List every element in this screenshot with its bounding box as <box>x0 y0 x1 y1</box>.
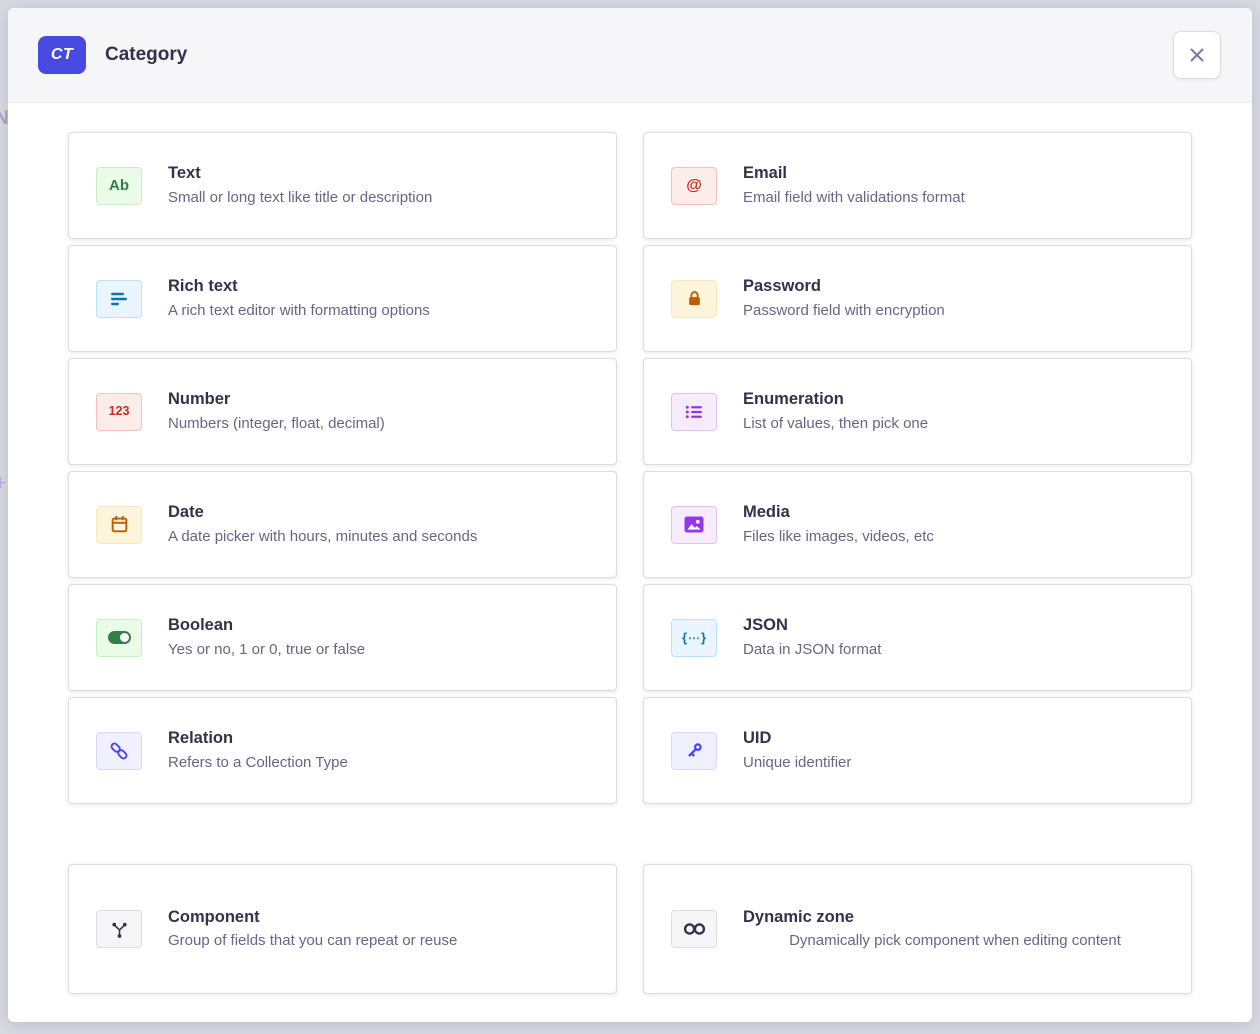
close-icon <box>1187 45 1207 65</box>
field-card-date[interactable]: Date A date picker with hours, minutes a… <box>68 471 617 578</box>
field-title: Component <box>168 907 592 928</box>
email-icon: @ <box>671 167 717 205</box>
field-card-text[interactable]: Ab Text Small or long text like title or… <box>68 132 617 239</box>
field-description: Files like images, videos, etc <box>743 526 1167 547</box>
field-title: Relation <box>168 728 592 749</box>
rich-text-icon <box>96 280 142 318</box>
field-description: A date picker with hours, minutes and se… <box>168 526 592 547</box>
field-description: Numbers (integer, float, decimal) <box>168 413 592 434</box>
field-card-richtext[interactable]: Rich text A rich text editor with format… <box>68 245 617 352</box>
field-card-password[interactable]: Password Password field with encryption <box>643 245 1192 352</box>
dynamic-zone-icon <box>671 910 717 948</box>
field-description: Small or long text like title or descrip… <box>168 187 592 208</box>
default-fields-grid: Ab Text Small or long text like title or… <box>68 132 1192 804</box>
enumeration-icon <box>671 393 717 431</box>
field-card-component[interactable]: Component Group of fields that you can r… <box>68 864 617 994</box>
field-description: Refers to a Collection Type <box>168 752 592 773</box>
uid-icon <box>671 732 717 770</box>
relation-icon <box>96 732 142 770</box>
custom-fields-grid: Component Group of fields that you can r… <box>68 864 1192 994</box>
field-title: Password <box>743 276 1167 297</box>
field-description: Group of fields that you can repeat or r… <box>168 930 592 951</box>
json-icon: {⋯} <box>671 619 717 657</box>
field-title: Rich text <box>168 276 592 297</box>
field-title: Email <box>743 163 1167 184</box>
boolean-icon <box>96 619 142 657</box>
number-icon: 123 <box>96 393 142 431</box>
field-card-uid[interactable]: UID Unique identifier <box>643 697 1192 804</box>
media-icon <box>671 506 717 544</box>
field-title: Date <box>168 502 592 523</box>
field-card-dynamiczone[interactable]: Dynamic zone Dynamically pick component … <box>643 864 1192 994</box>
field-description: Unique identifier <box>743 752 1167 773</box>
field-card-number[interactable]: 123 Number Numbers (integer, float, deci… <box>68 358 617 465</box>
field-type-list: Ab Text Small or long text like title or… <box>8 103 1252 1020</box>
field-title: Dynamic zone <box>743 907 1167 928</box>
field-card-relation[interactable]: Relation Refers to a Collection Type <box>68 697 617 804</box>
field-description: Data in JSON format <box>743 639 1167 660</box>
field-title: UID <box>743 728 1167 749</box>
field-card-media[interactable]: Media Files like images, videos, etc <box>643 471 1192 578</box>
password-icon <box>671 280 717 318</box>
date-icon <box>96 506 142 544</box>
field-title: Boolean <box>168 615 592 636</box>
collection-type-badge: CT <box>38 36 86 74</box>
field-description: Email field with validations format <box>743 187 1167 208</box>
field-card-enumeration[interactable]: Enumeration List of values, then pick on… <box>643 358 1192 465</box>
component-icon <box>96 910 142 948</box>
field-title: Media <box>743 502 1167 523</box>
field-card-boolean[interactable]: Boolean Yes or no, 1 or 0, true or false <box>68 584 617 691</box>
text-icon: Ab <box>96 167 142 205</box>
field-title: Text <box>168 163 592 184</box>
field-title: JSON <box>743 615 1167 636</box>
field-description: Yes or no, 1 or 0, true or false <box>168 639 592 660</box>
backdrop-partial-plus: + <box>0 470 7 496</box>
screen: N + CT Category Ab Text Small or long te… <box>0 0 1260 1034</box>
field-description: A rich text editor with formatting optio… <box>168 300 592 321</box>
field-description: List of values, then pick one <box>743 413 1167 434</box>
field-description: Dynamically pick component when editing … <box>789 930 1121 951</box>
field-description: Password field with encryption <box>743 300 1167 321</box>
modal-header: CT Category <box>8 8 1252 103</box>
field-title: Enumeration <box>743 389 1167 410</box>
field-card-json[interactable]: {⋯} JSON Data in JSON format <box>643 584 1192 691</box>
modal-title: Category <box>105 44 187 66</box>
close-button[interactable] <box>1173 31 1221 79</box>
field-card-email[interactable]: @ Email Email field with validations for… <box>643 132 1192 239</box>
field-title: Number <box>168 389 592 410</box>
field-type-modal: CT Category Ab Text Small or long text l… <box>8 8 1252 1022</box>
